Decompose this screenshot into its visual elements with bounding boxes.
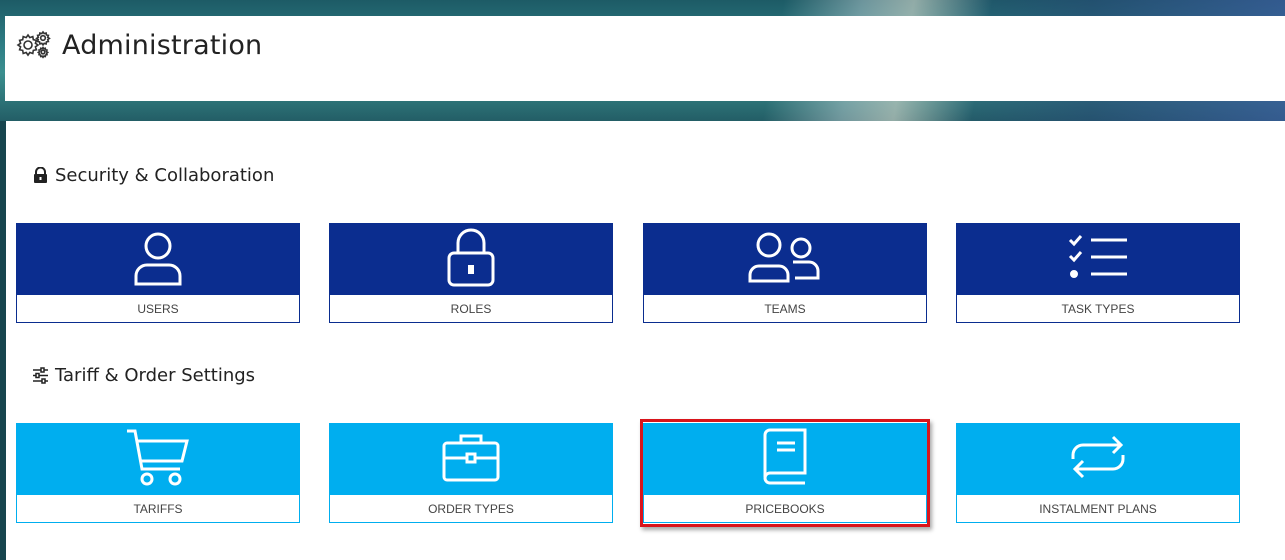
lock-icon: [32, 167, 49, 184]
tile-task-types[interactable]: TASK TYPES: [956, 223, 1240, 323]
tile-label: ROLES: [330, 294, 612, 322]
tile-label: TARIFFS: [17, 494, 299, 522]
sliders-icon: [32, 367, 49, 384]
cart-icon: [125, 427, 191, 491]
tile-label: TASK TYPES: [957, 294, 1239, 322]
tile-label: ORDER TYPES: [330, 494, 612, 522]
section-title-tariff: Tariff & Order Settings: [32, 365, 255, 386]
section-title-label: Tariff & Order Settings: [55, 365, 256, 386]
tile-label: TEAMS: [644, 294, 926, 322]
tile-users[interactable]: USERS: [16, 223, 300, 323]
page-title: Administration: [62, 30, 263, 61]
tile-teams[interactable]: TEAMS: [643, 223, 927, 323]
gears-icon: [15, 29, 51, 59]
briefcase-icon: [441, 431, 501, 487]
tile-tariffs[interactable]: TARIFFS: [16, 423, 300, 523]
padlock-icon: [444, 227, 498, 291]
tile-label: INSTALMENT PLANS: [957, 494, 1239, 522]
user-icon: [130, 227, 186, 291]
tile-order-types[interactable]: ORDER TYPES: [329, 423, 613, 523]
book-icon: [759, 427, 811, 491]
team-icon: [747, 231, 823, 287]
repeat-icon: [1067, 431, 1129, 487]
checklist-icon: [1067, 234, 1129, 284]
tile-label: USERS: [17, 294, 299, 322]
section-title-security: Security & Collaboration: [32, 165, 274, 186]
tile-label: PRICEBOOKS: [644, 494, 926, 522]
tile-instalment-plans[interactable]: INSTALMENT PLANS: [956, 423, 1240, 523]
section-title-label: Security & Collaboration: [55, 165, 275, 186]
tile-pricebooks[interactable]: PRICEBOOKS: [643, 423, 927, 523]
tile-roles[interactable]: ROLES: [329, 223, 613, 323]
